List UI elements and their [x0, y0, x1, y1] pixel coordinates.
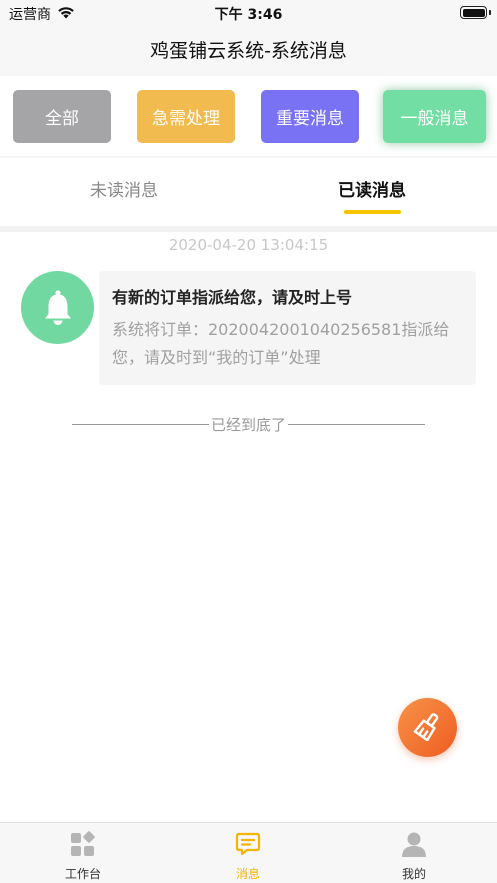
message-timestamp: 2020-04-20 13:04:15	[168, 236, 329, 254]
person-icon	[401, 832, 427, 861]
page-title: 鸡蛋铺云系统-系统消息	[150, 40, 347, 62]
message-body: 系统将订单：20200420010402565​81指派给您，请及时到“我的订单…	[112, 320, 450, 367]
brush-icon	[413, 711, 443, 745]
tab-read[interactable]: 已读消息	[302, 176, 442, 201]
tab-unread[interactable]: 未读消息	[54, 176, 194, 201]
tabbar-mine-label: 我的	[401, 867, 426, 881]
clear-messages-button[interactable]	[398, 698, 457, 757]
end-rule-left	[72, 423, 209, 425]
filter-general-button[interactable]: 一般消息	[383, 90, 486, 143]
tabbar-messages-label: 消息	[235, 867, 260, 881]
filter-important-button[interactable]: 重要消息	[261, 90, 359, 143]
tabbar-messages[interactable]: 消息	[188, 831, 308, 882]
filter-all-button[interactable]: 全部	[13, 90, 111, 143]
tabbar-workbench-label: 工作台	[64, 867, 101, 881]
message-card[interactable]: 有新的订单指派给您，请及时上号 系统将订单：20200420010402565​…	[99, 271, 476, 385]
battery-icon	[460, 6, 487, 19]
read-status-tabs: 未读消息 已读消息	[0, 158, 497, 226]
active-tab-indicator	[344, 210, 401, 214]
filter-bar: 全部 急需处理 重要消息 一般消息	[0, 76, 497, 156]
battery-nub	[489, 10, 491, 15]
grid-icon	[70, 831, 96, 861]
navigation-bar: 鸡蛋铺云系统-系统消息	[0, 26, 497, 76]
section-divider	[0, 226, 497, 232]
list-end-text: 已经到底了	[211, 415, 287, 434]
bell-icon	[21, 271, 94, 344]
filter-urgent-button[interactable]: 急需处理	[137, 90, 235, 143]
status-bar: 运营商 下午 3:46	[0, 0, 497, 26]
status-time: 下午 3:46	[214, 7, 283, 23]
list-end-indicator: 已经到底了	[72, 414, 426, 434]
tabbar-mine[interactable]: 我的	[354, 831, 474, 882]
message-title: 有新的订单指派给您，请及时上号	[112, 288, 353, 307]
bottom-tab-bar: 工作台 消息 我的	[0, 822, 497, 883]
end-rule-right	[288, 423, 426, 425]
message-icon	[235, 832, 261, 861]
tabbar-workbench[interactable]: 工作台	[23, 831, 143, 882]
